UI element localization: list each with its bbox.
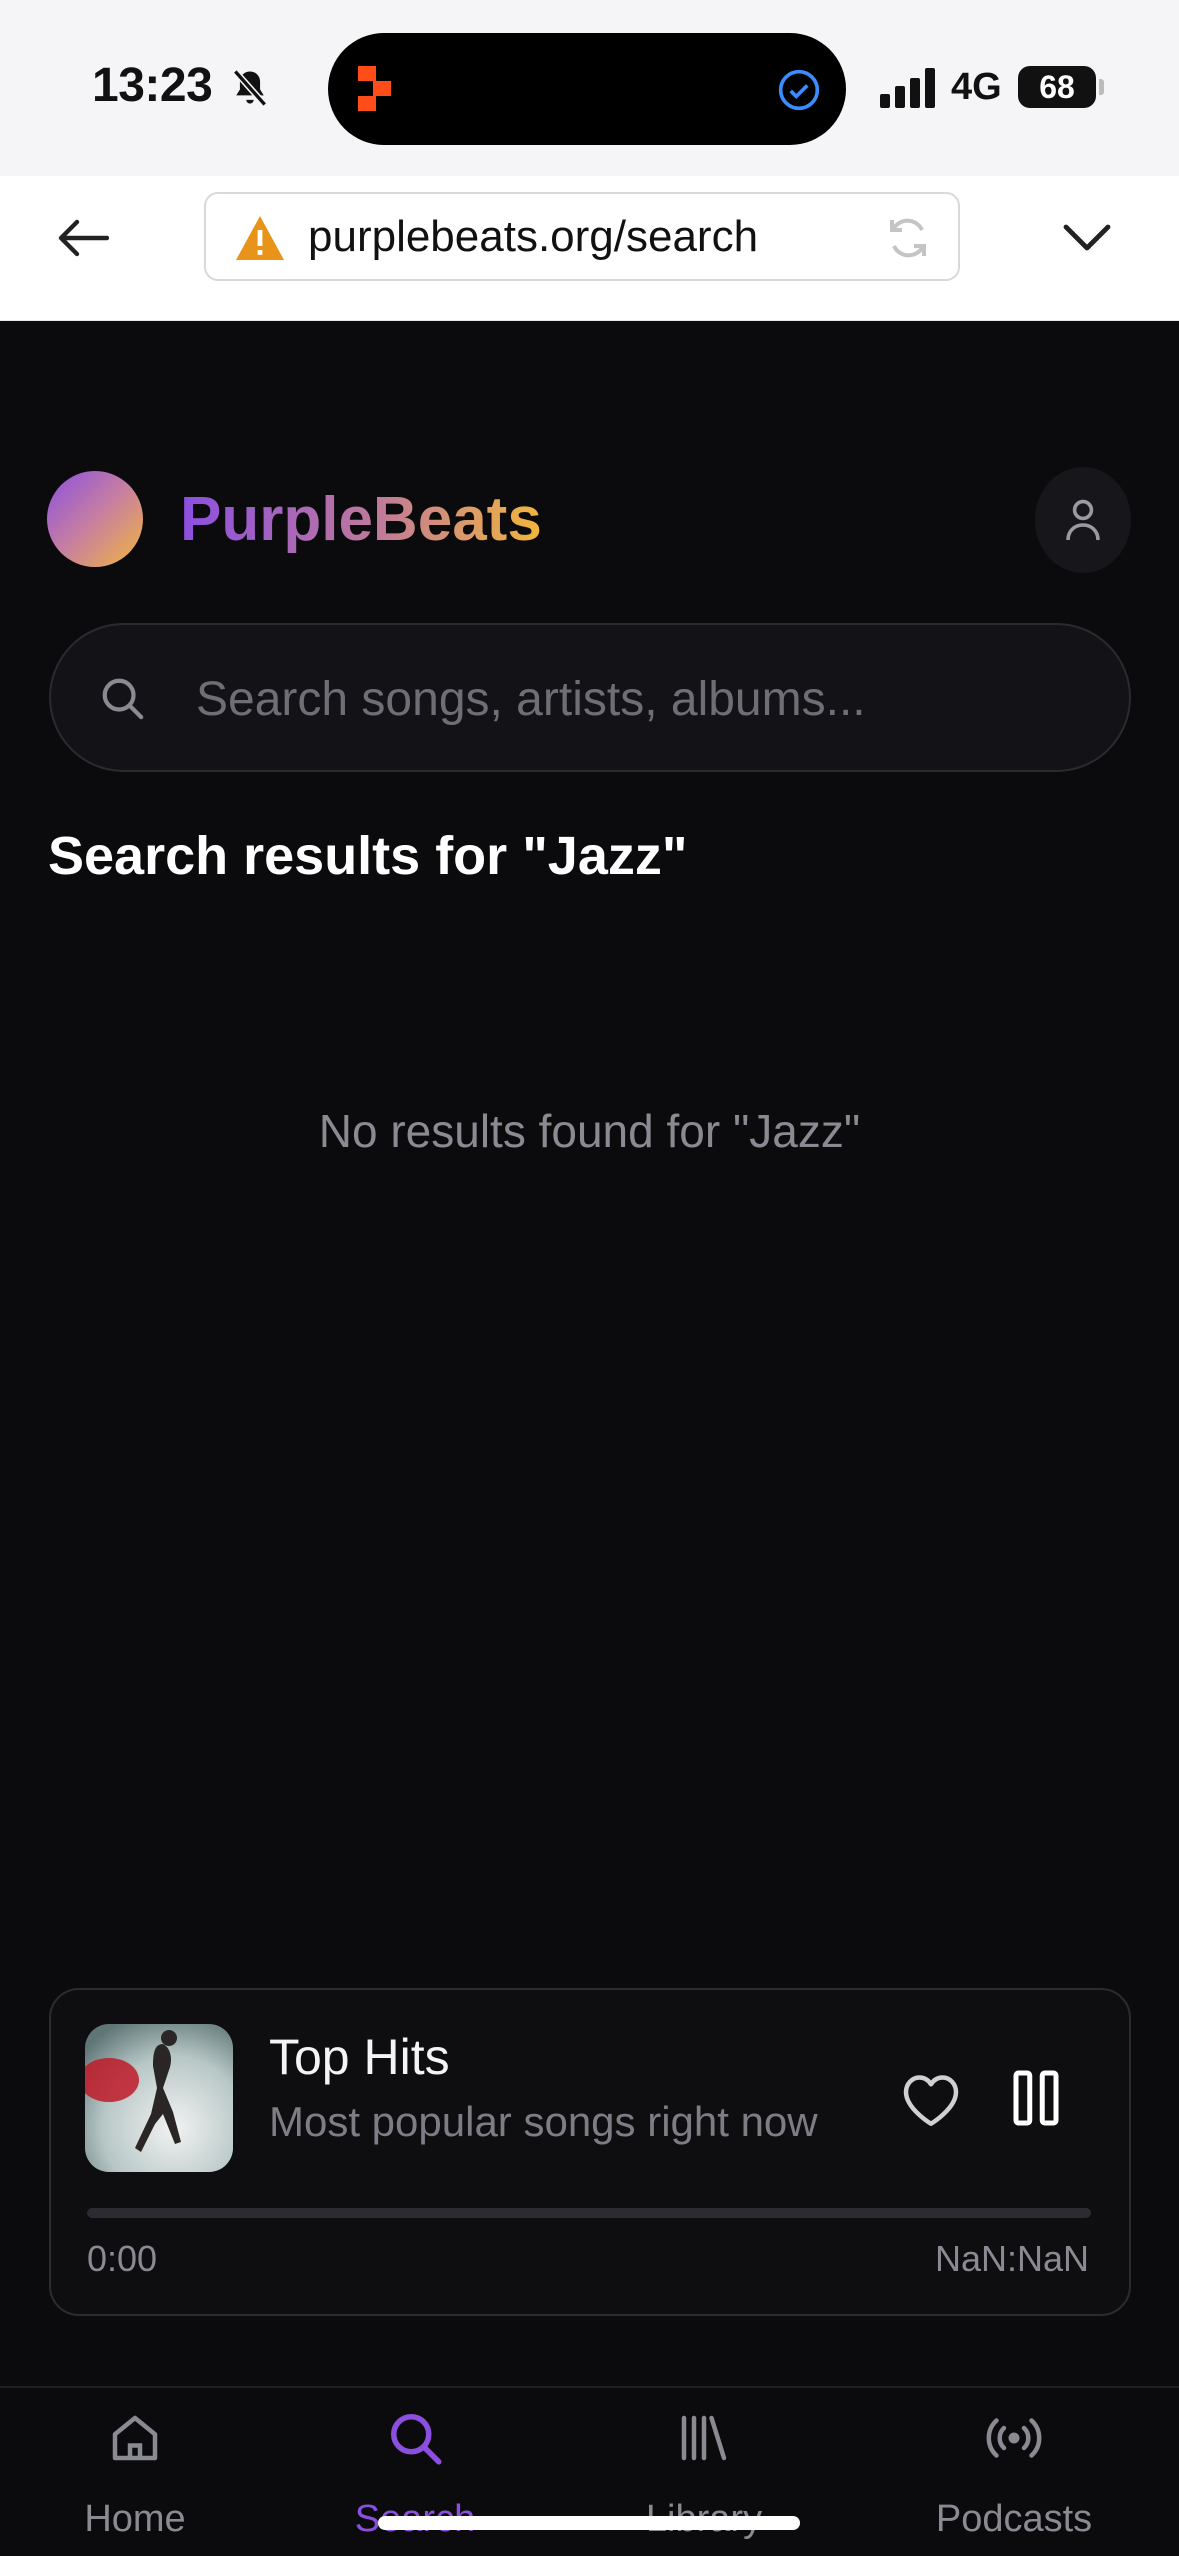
cover-artwork [85,2024,233,2172]
nav-item-podcasts[interactable]: Podcasts [884,2388,1144,2556]
reload-icon[interactable] [884,214,932,262]
progress-bar[interactable] [87,2208,1091,2218]
nav-item-home[interactable]: Home [5,2388,265,2556]
brand-name[interactable]: PurpleBeats [180,484,542,555]
search-bar[interactable] [49,623,1131,772]
app-activity-icon [358,66,391,111]
track-subtitle: Most popular songs right now [269,2098,818,2145]
home-indicator [378,2516,800,2530]
nav-item-library[interactable]: Library [574,2388,834,2556]
nav-label-home: Home [84,2498,186,2540]
address-bar[interactable]: purplebeats.org/search [204,192,960,281]
album-cover[interactable] [85,2024,233,2172]
nav-item-search[interactable]: Search [285,2388,545,2556]
current-time: 0:00 [87,2238,158,2279]
arrow-left-icon [58,219,109,257]
signal-icon [880,68,935,108]
bell-muted-icon [232,69,268,107]
empty-results-message: No results found for "Jazz" [318,1105,861,1157]
search-icon [391,2414,442,2465]
bottom-nav: Home Search Library Podcasts [0,2386,1179,2556]
profile-button[interactable] [1035,467,1131,573]
mini-player[interactable]: Top Hits Most popular songs right now 0:… [49,1988,1131,2316]
chevron-down-icon [1063,224,1111,251]
dynamic-island [328,33,846,145]
track-title[interactable]: Top Hits [269,2028,450,2086]
back-button[interactable] [52,207,114,269]
heart-icon[interactable] [901,2072,961,2128]
user-icon [1066,499,1100,541]
battery-indicator: 68 [1018,66,1104,108]
duration: NaN:NaN [934,2238,1089,2279]
network-type: 4G [951,66,1002,108]
url-text: purplebeats.org/search [308,212,759,261]
home-icon [112,2415,158,2461]
status-bar: 13:23 4G 68 [0,0,1179,176]
library-icon [681,2415,727,2461]
podcast-icon [986,2418,1042,2458]
status-time: 13:23 [92,59,213,112]
logo-icon[interactable] [47,471,143,567]
search-input[interactable] [196,665,1076,733]
check-circle-icon [778,69,820,111]
menu-chevron-button[interactable] [1056,207,1118,269]
pause-icon[interactable] [1011,2070,1061,2126]
nav-label-podcasts: Podcasts [935,2498,1093,2540]
warning-icon [236,216,284,260]
search-icon [102,678,144,720]
results-heading: Search results for "Jazz" [48,826,688,886]
